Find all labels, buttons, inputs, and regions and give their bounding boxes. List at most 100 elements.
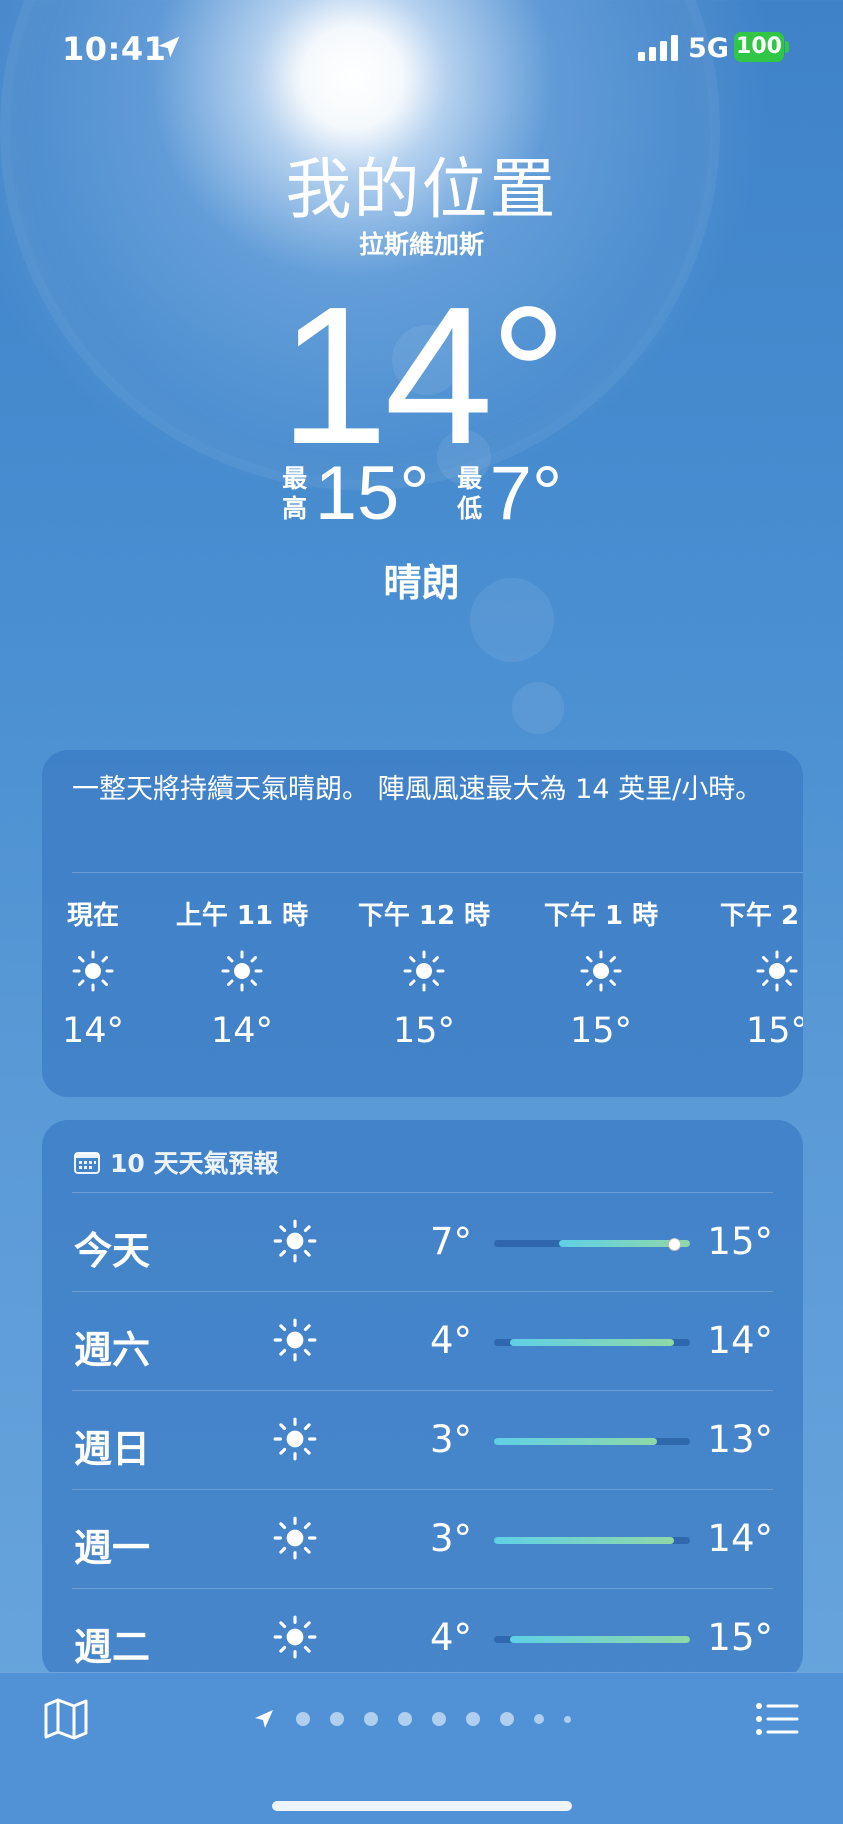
day-row[interactable]: 今天 7° 15° <box>72 1192 773 1291</box>
day-name: 週一 <box>74 1526 151 1570</box>
day-row[interactable]: 週六 4° 14° <box>72 1291 773 1390</box>
page-dot <box>466 1712 480 1726</box>
day-low-temp: 4° <box>429 1319 472 1362</box>
low-temp-group: 最低 7° <box>456 451 563 536</box>
current-temperature: 14° <box>279 266 567 485</box>
page-dot <box>500 1712 514 1726</box>
sun-icon <box>273 1219 317 1263</box>
hour-label: 上午 11 時 <box>175 901 309 931</box>
high-low-row: 最高 15° 最低 7° <box>0 456 843 532</box>
temp-range-bar <box>510 1636 690 1643</box>
sun-icon <box>756 950 798 992</box>
home-indicator[interactable] <box>272 1801 572 1811</box>
hour-temp: 15° <box>392 1011 456 1051</box>
temp-range-bar <box>510 1339 674 1346</box>
network-type-label: 5G <box>688 33 729 64</box>
page-dot <box>398 1712 412 1726</box>
temp-range-track <box>494 1438 690 1445</box>
day-low-temp: 7° <box>429 1220 472 1263</box>
low-temp: 7° <box>489 451 563 536</box>
page-dot <box>330 1712 344 1726</box>
day-low-temp: 3° <box>429 1418 472 1461</box>
day-high-temp: 15° <box>707 1220 773 1263</box>
bottom-toolbar <box>0 1672 843 1824</box>
sun-icon <box>273 1615 317 1659</box>
temp-range-bar <box>494 1438 658 1445</box>
page-dot <box>296 1712 310 1726</box>
current-temp-dot <box>667 1238 681 1251</box>
sun-icon <box>403 950 445 992</box>
sun-icon <box>580 950 622 992</box>
low-label: 最低 <box>457 464 483 523</box>
hour-temp: 15° <box>569 1011 633 1051</box>
sun-icon <box>273 1516 317 1560</box>
divider <box>72 1291 773 1292</box>
hour-item: 上午 11 時 14° <box>167 895 317 1051</box>
cellular-signal-icon <box>638 35 678 61</box>
high-temp-group: 最高 15° <box>281 451 430 536</box>
hour-label: 下午 12 時 <box>357 901 491 931</box>
lens-flare <box>512 682 564 734</box>
daily-forecast-title: 10 天天氣預報 <box>110 1149 279 1178</box>
day-high-temp: 13° <box>707 1418 773 1461</box>
sun-icon <box>221 950 263 992</box>
sun-icon <box>273 1417 317 1461</box>
divider <box>72 1390 773 1391</box>
hour-item: 下午 1 時 15° <box>526 895 676 1051</box>
divider <box>72 1489 773 1490</box>
temp-range-track <box>494 1339 690 1346</box>
sun-icon <box>72 950 114 992</box>
map-icon[interactable] <box>42 1695 90 1743</box>
sun-icon <box>273 1318 317 1362</box>
day-row[interactable]: 週一 3° 14° <box>72 1489 773 1588</box>
high-temp: 15° <box>314 451 430 536</box>
divider <box>72 1588 773 1589</box>
hour-label: 下午 2 時 <box>719 901 803 931</box>
location-title: 我的位置 <box>285 151 558 228</box>
day-high-temp: 15° <box>707 1616 773 1659</box>
temp-range-track <box>494 1636 690 1643</box>
ten-day-forecast-card[interactable]: 10 天天氣預報 今天 7° 15° 週六 4° 14° 週日 3° 13° 週… <box>42 1120 803 1680</box>
hour-label: 下午 1 時 <box>543 901 659 931</box>
list-icon[interactable] <box>753 1695 801 1743</box>
location-arrow-icon <box>158 36 180 58</box>
temp-range-track <box>494 1238 690 1251</box>
hour-label: 現在 <box>66 901 119 931</box>
day-low-temp: 3° <box>429 1517 472 1560</box>
hour-item: 下午 12 時 15° <box>349 895 499 1051</box>
day-name: 週二 <box>74 1625 151 1669</box>
hour-temp: 14° <box>61 1011 125 1051</box>
day-row[interactable]: 週日 3° 13° <box>72 1390 773 1489</box>
location-subtitle: 拉斯維加斯 <box>358 230 484 260</box>
divider <box>72 1192 773 1193</box>
page-dot <box>534 1714 544 1724</box>
day-low-temp: 4° <box>429 1616 472 1659</box>
day-row[interactable]: 週二 4° 15° <box>72 1588 773 1680</box>
high-label: 最高 <box>282 464 308 523</box>
calendar-icon <box>74 1152 100 1174</box>
location-header: 我的位置 拉斯維加斯 <box>0 150 843 261</box>
day-high-temp: 14° <box>707 1517 773 1560</box>
hourly-summary: 一整天將持續天氣晴朗。 陣風風速最大為 14 英里/小時。 <box>72 774 763 805</box>
battery-nub <box>785 41 789 53</box>
battery-icon: 100 <box>734 32 784 62</box>
divider <box>72 872 803 873</box>
hour-item: 現在 14° <box>42 895 168 1051</box>
page-indicator[interactable] <box>252 1706 571 1732</box>
page-dot <box>564 1715 571 1723</box>
day-name: 今天 <box>74 1229 151 1273</box>
status-time: 10:41 <box>62 30 167 68</box>
day-name: 週日 <box>74 1427 151 1471</box>
page-dot <box>432 1712 446 1726</box>
status-bar: 10:41 5G 100 <box>0 0 843 96</box>
hour-temp: 14° <box>210 1011 274 1051</box>
day-high-temp: 14° <box>707 1319 773 1362</box>
temp-range-track <box>494 1537 690 1544</box>
day-name: 週六 <box>74 1328 151 1372</box>
temp-range-bar <box>494 1537 674 1544</box>
hour-temp: 15° <box>745 1011 803 1051</box>
location-arrow-icon <box>255 1710 273 1728</box>
hourly-forecast-card[interactable]: 一整天將持續天氣晴朗。 陣風風速最大為 14 英里/小時。 現在 14° 上午 … <box>42 750 803 1097</box>
page-dot <box>364 1712 378 1726</box>
weather-condition: 晴朗 <box>383 561 460 605</box>
